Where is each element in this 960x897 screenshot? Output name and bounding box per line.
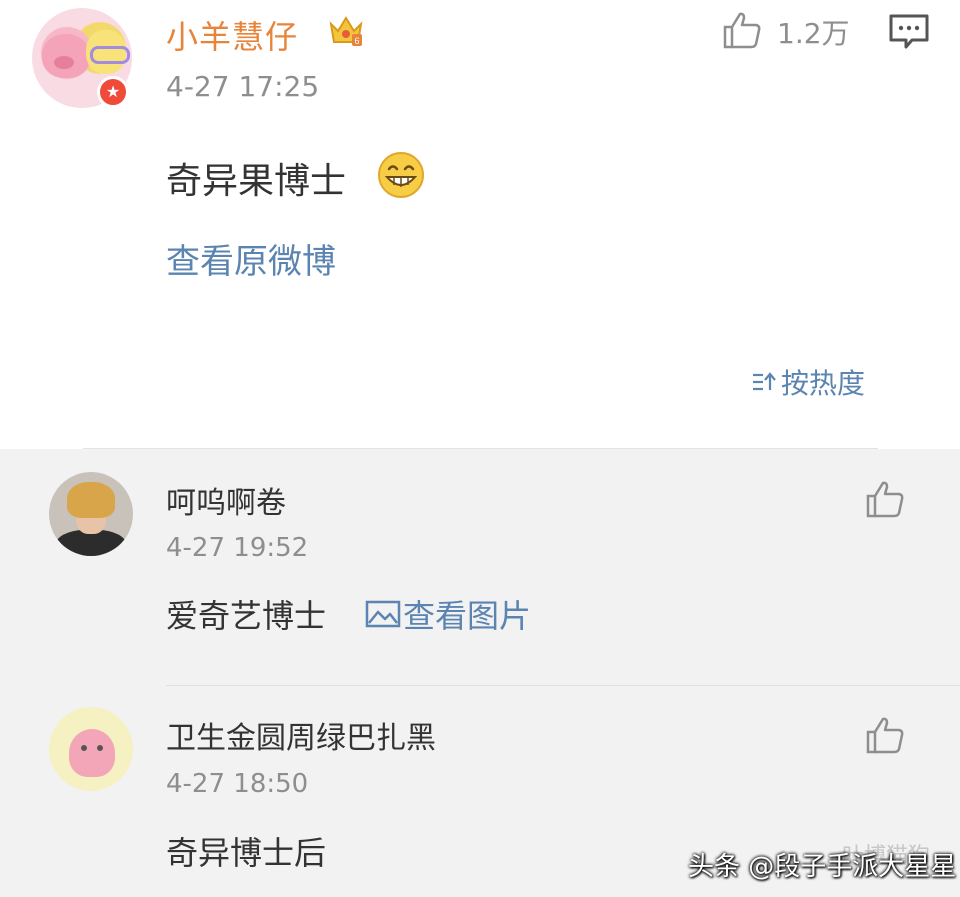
comment-text: 爱奇艺博士 bbox=[166, 597, 327, 635]
comment-timestamp: 4-27 18:50 bbox=[166, 769, 309, 799]
view-image-label: 查看图片 bbox=[403, 597, 532, 635]
sort-label: 按热度 bbox=[781, 367, 866, 400]
avatar-hair bbox=[67, 482, 115, 518]
verified-star-icon: ★ bbox=[97, 76, 129, 108]
sort-toggle[interactable]: 按热度 bbox=[751, 364, 865, 400]
comment-text: 奇异博士后 bbox=[166, 834, 327, 872]
commenter-name[interactable]: 呵呜啊卷 bbox=[166, 478, 286, 522]
avatar-kid-glasses bbox=[90, 46, 130, 64]
thumbs-up-icon[interactable] bbox=[721, 9, 763, 51]
sort-icon bbox=[753, 372, 776, 391]
author-name[interactable]: 小羊慧仔 bbox=[166, 12, 298, 58]
commenter-name[interactable]: 卫生金圆周绿巴扎黑 bbox=[166, 713, 436, 757]
post-like-count: 1.2万 bbox=[777, 17, 850, 50]
commenter-avatar[interactable] bbox=[49, 472, 133, 556]
avatar-blob bbox=[69, 729, 115, 777]
avatar-eye bbox=[97, 745, 103, 751]
avatar-pig-nose bbox=[54, 56, 74, 69]
view-original-link[interactable]: 查看原微博 bbox=[166, 234, 336, 283]
divider bbox=[83, 448, 878, 449]
thumbs-up-icon[interactable] bbox=[864, 478, 906, 520]
comment-icon[interactable] bbox=[888, 13, 930, 51]
commenter-avatar[interactable] bbox=[49, 707, 133, 791]
image-icon bbox=[365, 600, 401, 628]
comments-section bbox=[0, 449, 960, 897]
avatar-eye bbox=[81, 745, 87, 751]
grin-emoji-icon bbox=[378, 152, 424, 198]
divider bbox=[166, 685, 960, 686]
thumbs-up-icon[interactable] bbox=[864, 714, 906, 756]
post-text: 奇异果博士 bbox=[166, 161, 347, 202]
svg-text:6: 6 bbox=[354, 36, 359, 46]
watermark: 头条 @段子手派大星星 bbox=[688, 852, 957, 882]
view-image-link[interactable]: 查看图片 bbox=[365, 591, 531, 637]
post-timestamp: 4-27 17:25 bbox=[166, 70, 320, 103]
vip-crown-icon[interactable]: 6 bbox=[327, 12, 365, 50]
comment-timestamp: 4-27 19:52 bbox=[166, 533, 309, 563]
